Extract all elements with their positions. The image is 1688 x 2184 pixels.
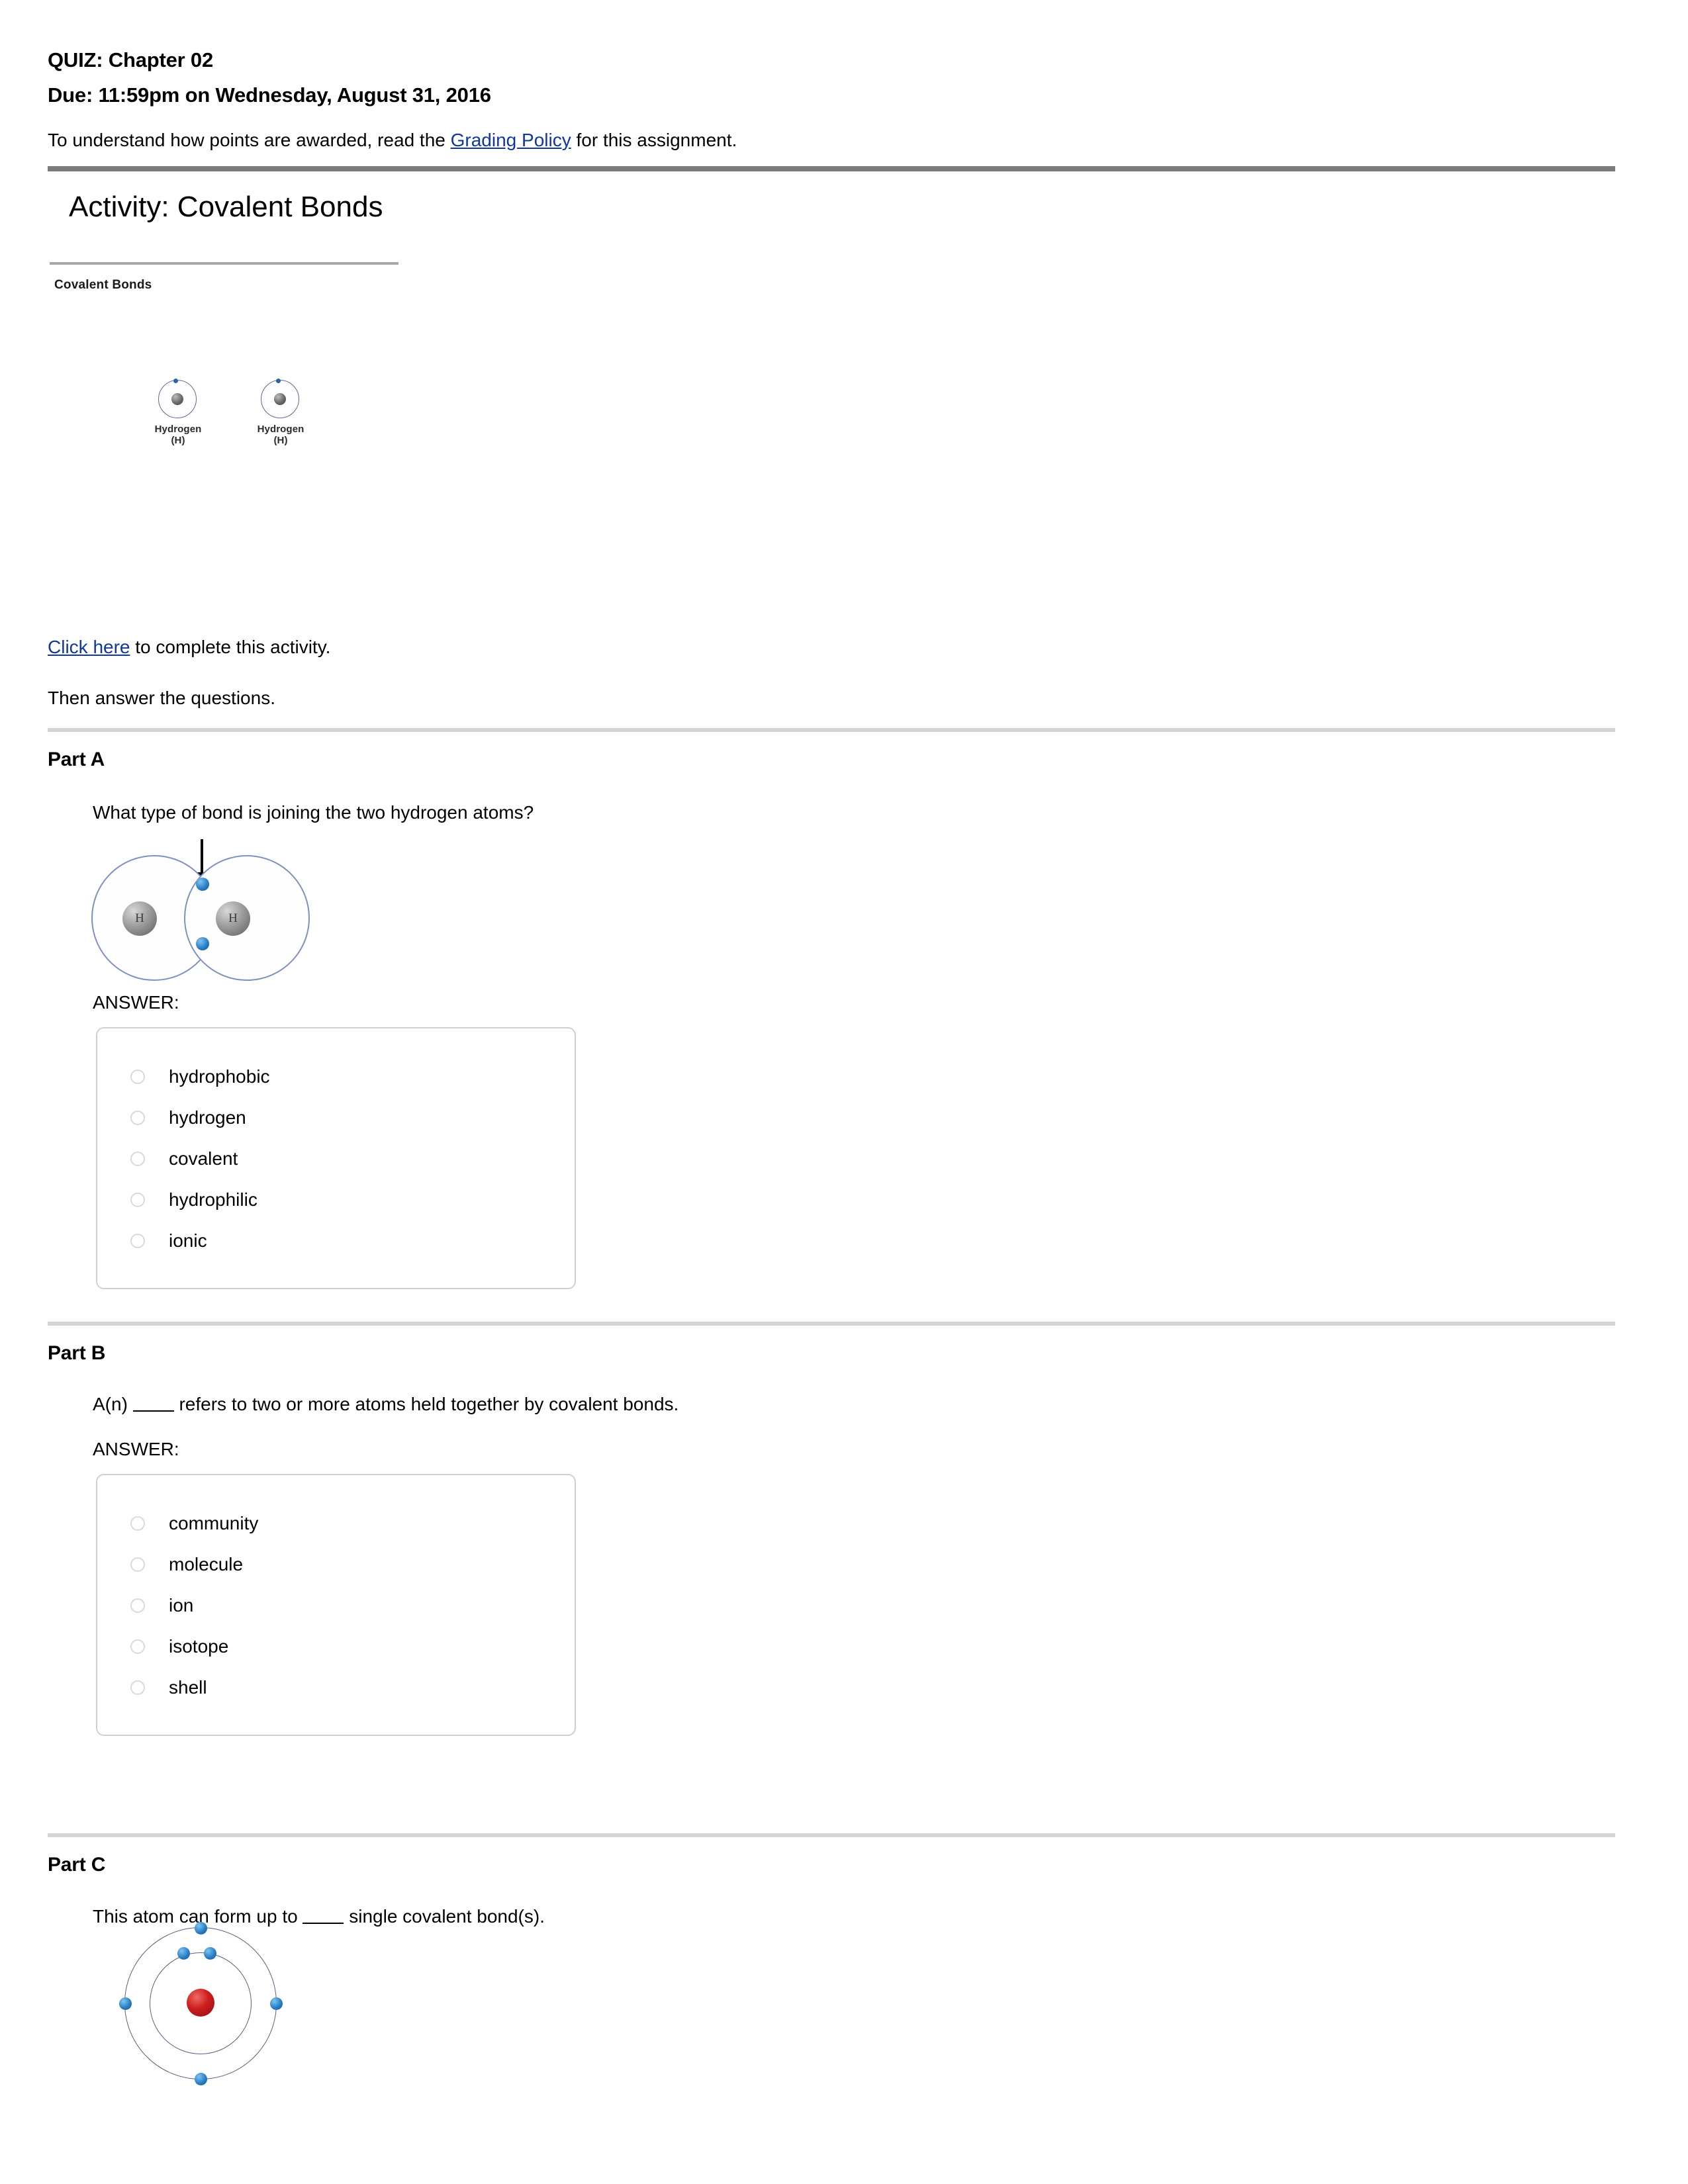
radio-button-icon[interactable]	[130, 1639, 145, 1654]
part-a-option-ionic[interactable]: ionic	[97, 1220, 575, 1261]
part-b-option-ion[interactable]: ion	[97, 1585, 575, 1626]
radio-button-icon[interactable]	[130, 1193, 145, 1207]
part-b-question-suffix: refers to two or more atoms held togethe…	[173, 1394, 679, 1414]
grading-policy-link[interactable]: Grading Policy	[451, 130, 571, 150]
electron-icon	[119, 1997, 132, 2010]
header-divider	[48, 166, 1615, 171]
part-a-option-covalent[interactable]: covalent	[97, 1138, 575, 1179]
due-date-line: Due: 11:59pm on Wednesday, August 31, 20…	[48, 83, 491, 107]
option-label: hydrophilic	[169, 1189, 258, 1210]
electron-icon	[270, 1997, 283, 2010]
radio-button-icon[interactable]	[130, 1557, 145, 1572]
part-b-question-prefix: A(n)	[93, 1394, 133, 1414]
radio-button-icon[interactable]	[130, 1111, 145, 1125]
hydrogen-atoms-illustration: Hydrogen (H) Hydrogen (H)	[154, 379, 372, 465]
part-b-option-shell[interactable]: shell	[97, 1667, 575, 1708]
then-answer-line: Then answer the questions.	[48, 688, 275, 708]
activity-frame-divider	[50, 262, 399, 265]
page-header: QUIZ: Chapter 02 Due: 11:59pm on Wednesd…	[0, 0, 1688, 152]
shared-electron-icon	[196, 937, 209, 950]
part-a-option-hydrophobic[interactable]: hydrophobic	[97, 1056, 575, 1097]
shared-electron-icon	[196, 878, 209, 891]
radio-button-icon[interactable]	[130, 1069, 145, 1084]
radio-button-icon[interactable]	[130, 1516, 145, 1531]
part-a-option-hydrogen[interactable]: hydrogen	[97, 1097, 575, 1138]
part-b-option-community[interactable]: community	[97, 1503, 575, 1544]
part-c-label: Part C	[48, 1854, 106, 1876]
option-label: hydrophobic	[169, 1066, 270, 1087]
electron-icon	[276, 379, 281, 383]
part-a-option-hydrophilic[interactable]: hydrophilic	[97, 1179, 575, 1220]
option-label: ion	[169, 1595, 194, 1615]
radio-button-icon[interactable]	[130, 1680, 145, 1695]
part-c-atom-figure	[118, 1921, 283, 2086]
hydrogen-atom-1-label: Hydrogen (H)	[154, 424, 202, 446]
electron-icon	[177, 1947, 190, 1960]
electron-icon	[204, 1947, 216, 1960]
grading-policy-suffix: for this assignment.	[571, 129, 737, 150]
hydrogen-atom-2-label: Hydrogen (H)	[257, 424, 305, 446]
pointer-arrow-icon	[201, 839, 203, 875]
page-title: QUIZ: Chapter 02	[48, 48, 214, 71]
part-b-label: Part B	[48, 1342, 106, 1364]
nucleus-icon	[274, 393, 286, 405]
option-label: hydrogen	[169, 1107, 246, 1128]
activity-title: Activity: Covalent Bonds	[69, 191, 383, 223]
hydrogen-nucleus-left: H	[122, 901, 157, 936]
electron-icon	[173, 379, 178, 383]
option-label: isotope	[169, 1636, 229, 1657]
part-a-question: What type of bond is joining the two hyd…	[93, 802, 534, 823]
hydrogen-atom-1: Hydrogen (H)	[154, 379, 203, 446]
hydrogen-atom-2: Hydrogen (H)	[256, 379, 305, 446]
quiz-page: QUIZ: Chapter 02 Due: 11:59pm on Wednesd…	[0, 0, 1688, 2184]
electron-icon	[195, 1922, 207, 1934]
part-a-answer-label: ANSWER:	[93, 992, 179, 1013]
part-b-option-isotope[interactable]: isotope	[97, 1626, 575, 1667]
electron-icon	[195, 2073, 207, 2085]
part-a-divider	[48, 728, 1615, 732]
activity-instruction-line: Click here to complete this activity.	[48, 635, 330, 659]
grading-policy-line: To understand how points are awarded, re…	[48, 128, 1688, 152]
click-here-suffix: to complete this activity.	[130, 637, 331, 657]
part-a-label: Part A	[48, 749, 105, 770]
option-label: community	[169, 1513, 259, 1533]
option-label: ionic	[169, 1230, 207, 1251]
part-b-answer-label: ANSWER:	[93, 1439, 179, 1459]
part-c-divider	[48, 1833, 1615, 1837]
activity-subtitle: Covalent Bonds	[54, 278, 152, 292]
option-label: covalent	[169, 1148, 238, 1169]
fill-in-blank	[132, 1396, 174, 1412]
radio-button-icon[interactable]	[130, 1598, 145, 1613]
part-b-divider	[48, 1322, 1615, 1326]
radio-button-icon[interactable]	[130, 1234, 145, 1248]
option-label: molecule	[169, 1554, 244, 1574]
click-here-link[interactable]: Click here	[48, 637, 130, 657]
radio-button-icon[interactable]	[130, 1152, 145, 1166]
part-b-question: A(n) refers to two or more atoms held to…	[93, 1392, 679, 1417]
nucleus-icon	[171, 393, 183, 405]
part-b-option-molecule[interactable]: molecule	[97, 1544, 575, 1585]
option-label: shell	[169, 1677, 207, 1698]
part-a-molecule-figure: H H	[91, 839, 350, 988]
hydrogen-nucleus-right: H	[216, 901, 250, 936]
part-a-answer-options: hydrophobic hydrogen covalent hydrophili…	[96, 1027, 576, 1289]
part-b-answer-options: community molecule ion isotope shell	[96, 1474, 576, 1736]
fill-in-blank	[303, 1908, 344, 1924]
grading-policy-prefix: To understand how points are awarded, re…	[48, 129, 451, 150]
part-c-question-suffix: single covalent bond(s).	[344, 1906, 545, 1927]
nucleus-icon	[187, 1989, 214, 2017]
